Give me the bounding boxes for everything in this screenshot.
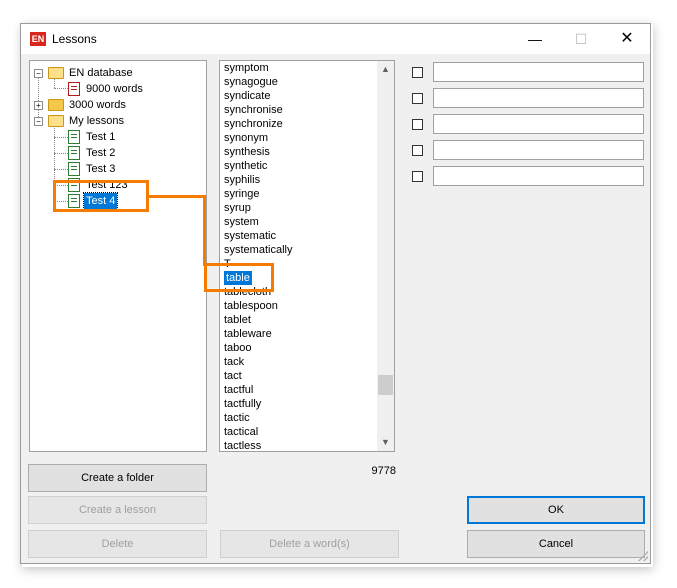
tree-connector: [54, 137, 68, 138]
delete-words-button[interactable]: Delete a word(s): [220, 530, 399, 558]
highlight-box-word-selection: [204, 263, 274, 292]
word-item[interactable]: tactfully: [224, 397, 261, 411]
word-field-5[interactable]: [433, 166, 644, 186]
lessons-window: EN Lessons — ☐ ✕ − EN database 9000 word…: [20, 23, 651, 564]
close-button[interactable]: ✕: [604, 24, 650, 54]
word-item[interactable]: tactless: [224, 439, 261, 451]
scroll-thumb[interactable]: [378, 375, 393, 395]
field-checkbox-1[interactable]: [412, 67, 423, 78]
field-checkbox-5[interactable]: [412, 171, 423, 182]
word-list[interactable]: symptom synagogue syndicate synchronise sync…: [219, 60, 395, 452]
lesson-doc-icon: [68, 146, 80, 160]
word-item[interactable]: synchronise: [224, 103, 283, 117]
word-item[interactable]: system: [224, 215, 259, 229]
ok-button[interactable]: OK: [467, 496, 645, 524]
word-field-1[interactable]: [433, 62, 644, 82]
word-field-2[interactable]: [433, 88, 644, 108]
tree-connector: [54, 153, 68, 154]
lesson-doc-icon: [68, 130, 80, 144]
word-item[interactable]: tact: [224, 369, 242, 383]
tree-item-label: 9000 words: [86, 83, 143, 95]
delete-button[interactable]: Delete: [28, 530, 207, 558]
field-checkbox-2[interactable]: [412, 93, 423, 104]
word-item[interactable]: syphilis: [224, 173, 260, 187]
tree-connector: [38, 74, 39, 121]
field-checkbox-4[interactable]: [412, 145, 423, 156]
app-icon: EN: [30, 32, 46, 46]
word-item[interactable]: tableware: [224, 327, 272, 341]
word-field-4[interactable]: [433, 140, 644, 160]
word-item[interactable]: syndicate: [224, 89, 270, 103]
word-item[interactable]: tactic: [224, 411, 250, 425]
tree-item-label: 3000 words: [69, 99, 126, 111]
tree-connector: [54, 169, 68, 170]
cancel-button[interactable]: Cancel: [467, 530, 645, 558]
word-item[interactable]: synthesis: [224, 145, 270, 159]
highlight-connector: [203, 195, 206, 266]
lesson-doc-icon: [68, 82, 80, 96]
resize-grip-icon[interactable]: [638, 551, 648, 561]
word-item[interactable]: tablet: [224, 313, 251, 327]
word-item[interactable]: tablespoon: [224, 299, 278, 313]
word-field-3[interactable]: [433, 114, 644, 134]
word-item[interactable]: tactful: [224, 383, 253, 397]
tree-item-label: Test 2: [86, 147, 116, 159]
word-list-scrollbar[interactable]: ▲ ▼: [377, 61, 394, 451]
maximize-button: ☐: [574, 31, 588, 47]
word-item[interactable]: taboo: [224, 341, 252, 355]
folder-open-icon: [48, 115, 64, 127]
tree-item-label: Test 1: [86, 131, 116, 143]
word-item[interactable]: symptom: [224, 61, 269, 75]
minimize-button[interactable]: —: [512, 24, 558, 54]
title-bar[interactable]: EN Lessons — ☐ ✕: [21, 24, 650, 54]
tree-item-label: Test 3: [86, 163, 116, 175]
collapse-icon[interactable]: −: [34, 69, 43, 78]
word-item[interactable]: synthetic: [224, 159, 267, 173]
word-item[interactable]: systematically: [224, 243, 292, 257]
word-count: 9778: [371, 465, 396, 477]
word-item[interactable]: tack: [224, 355, 244, 369]
highlight-box-tree-selection: [53, 180, 149, 212]
highlight-connector: [149, 195, 206, 198]
folder-open-icon: [48, 67, 64, 79]
lesson-doc-icon: [68, 162, 80, 176]
folder-icon: [48, 99, 64, 111]
word-item[interactable]: synonym: [224, 131, 268, 145]
word-item[interactable]: synchronize: [224, 117, 283, 131]
expand-icon[interactable]: +: [34, 101, 43, 110]
create-lesson-button[interactable]: Create a lesson: [28, 496, 207, 524]
scroll-down-icon[interactable]: ▼: [377, 434, 394, 451]
word-item[interactable]: tactical: [224, 425, 258, 439]
word-item[interactable]: synagogue: [224, 75, 278, 89]
word-item[interactable]: syrup: [224, 201, 251, 215]
window-title: Lessons: [52, 32, 97, 46]
word-item[interactable]: syringe: [224, 187, 259, 201]
tree-item-label: My lessons: [69, 115, 125, 127]
create-folder-button[interactable]: Create a folder: [28, 464, 207, 492]
lessons-tree[interactable]: − EN database 9000 words + 3000 words − …: [29, 60, 207, 452]
tree-connector: [54, 88, 68, 89]
collapse-icon[interactable]: −: [34, 117, 43, 126]
word-item[interactable]: systematic: [224, 229, 276, 243]
tree-item-label: EN database: [69, 67, 133, 79]
field-checkbox-3[interactable]: [412, 119, 423, 130]
scroll-up-icon[interactable]: ▲: [377, 61, 394, 78]
